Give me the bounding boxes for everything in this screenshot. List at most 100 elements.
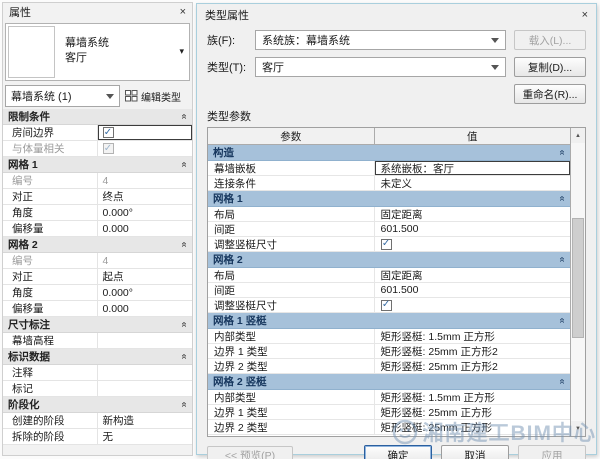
property-value[interactable]: 无	[98, 429, 193, 444]
property-value[interactable]: 矩形竖梃: 1.5mm 正方形	[375, 390, 570, 404]
section-header[interactable]: 网格 2 竖梃«	[208, 374, 570, 390]
property-label: 与体量相关	[3, 141, 98, 156]
section-header[interactable]: 网格 2«	[208, 252, 570, 268]
preview-button[interactable]: << 预览(P)	[207, 446, 293, 459]
property-label: 对正	[3, 189, 98, 204]
property-label: 幕墙高程	[3, 333, 98, 348]
section-header[interactable]: 尺寸标注«	[3, 317, 192, 333]
scrollbar-thumb[interactable]	[572, 218, 584, 338]
property-value[interactable]: 矩形竖梃: 25mm 正方形2	[375, 344, 570, 358]
property-value[interactable]: 0.000°	[98, 205, 193, 220]
collapse-icon[interactable]: «	[557, 150, 568, 156]
property-value[interactable]: ✓	[375, 237, 570, 251]
property-row: 偏移量0.000	[3, 301, 192, 317]
property-value[interactable]: 起点	[98, 269, 193, 284]
property-row: 编号4	[3, 253, 192, 269]
scroll-up-icon[interactable]: ▲	[571, 128, 585, 143]
property-value[interactable]	[98, 365, 193, 380]
property-label: 角度	[3, 285, 98, 300]
type-parameters-table: 参数 值 构造«幕墙嵌板系统嵌板：客厅连接条件未定义网格 1«布局固定距离间距6…	[207, 127, 586, 437]
property-row: 幕墙嵌板系统嵌板：客厅	[208, 161, 570, 176]
collapse-icon[interactable]: «	[179, 114, 190, 120]
section-header[interactable]: 标识数据«	[3, 349, 192, 365]
edit-type-button[interactable]: 编辑类型	[124, 85, 190, 107]
section-header[interactable]: 网格 2 «	[3, 237, 192, 253]
checkbox[interactable]: ✓	[381, 239, 392, 250]
property-value[interactable]: 矩形竖梃: 1.5mm 正方形	[375, 329, 570, 343]
close-icon[interactable]: ×	[582, 10, 588, 21]
property-row: 幕墙高程	[3, 333, 192, 349]
load-button[interactable]: 载入(L)...	[514, 30, 586, 50]
property-value[interactable]: ✓	[375, 298, 570, 312]
property-value[interactable]: 0.000	[98, 301, 193, 316]
duplicate-button[interactable]: 复制(D)...	[514, 57, 586, 77]
collapse-icon[interactable]: «	[557, 379, 568, 385]
property-value[interactable]: 601.500	[375, 283, 570, 297]
property-label: 调整竖梃尺寸	[208, 237, 375, 251]
type-selector[interactable]: 幕墙系统 客厅 ▾	[5, 23, 190, 81]
selection-filter-combo[interactable]: 幕墙系统 (1)	[5, 85, 120, 107]
ok-button[interactable]: 确定	[364, 445, 432, 459]
checkbox[interactable]: ✓	[381, 300, 392, 311]
section-header-label: 网格 2	[8, 237, 38, 252]
checkbox[interactable]: ✓	[103, 127, 114, 138]
rename-button[interactable]: 重命名(R)...	[514, 84, 586, 104]
table-scrollbar[interactable]: ▲ ▼	[570, 128, 585, 436]
chevron-down-icon[interactable]: ▾	[179, 46, 184, 57]
property-row: 布局固定距离	[208, 268, 570, 283]
property-value[interactable]: ✓	[98, 125, 193, 140]
collapse-icon[interactable]: «	[179, 402, 190, 408]
collapse-icon[interactable]: «	[557, 196, 568, 202]
close-icon[interactable]: ×	[180, 7, 186, 18]
property-value[interactable]: 未定义	[375, 176, 570, 190]
property-value[interactable]: 601.500	[375, 222, 570, 236]
collapse-icon[interactable]: «	[557, 257, 568, 263]
property-value[interactable]: ✓	[98, 141, 193, 156]
type-parameters-label: 类型参数	[197, 107, 596, 127]
property-value[interactable]: 系统嵌板：客厅	[375, 161, 570, 175]
collapse-icon[interactable]: «	[557, 318, 568, 324]
section-header[interactable]: 构造«	[208, 145, 570, 161]
family-label: 族(F):	[207, 32, 255, 48]
family-row: 族(F): 系统族：幕墙系统 载入(L)...	[207, 30, 586, 50]
property-value[interactable]: 新构造	[98, 413, 193, 428]
property-row: 角度0.000°	[3, 205, 192, 221]
property-value[interactable]	[98, 381, 193, 396]
property-value[interactable]: 0.000	[98, 221, 193, 236]
family-combo[interactable]: 系统族：幕墙系统	[255, 30, 506, 50]
property-value[interactable]: 0.000°	[98, 285, 193, 300]
property-value[interactable]: 矩形竖梃: 25mm 正方形	[375, 405, 570, 419]
cancel-button[interactable]: 取消	[441, 445, 509, 459]
section-header[interactable]: 阶段化«	[3, 397, 192, 413]
property-value[interactable]: 固定距离	[375, 207, 570, 221]
property-value[interactable]: 矩形竖梃: 25mm 正方形	[375, 420, 570, 434]
property-row: 内部类型矩形竖梃: 1.5mm 正方形	[208, 329, 570, 344]
collapse-icon[interactable]: «	[179, 322, 190, 328]
collapse-icon[interactable]: «	[179, 162, 190, 168]
property-row: 注释	[3, 365, 192, 381]
section-header[interactable]: 网格 1«	[3, 157, 192, 173]
apply-button[interactable]: 应用	[518, 445, 586, 459]
property-row: 创建的阶段新构造	[3, 413, 192, 429]
property-row: 对正终点	[3, 189, 192, 205]
property-value[interactable]: 固定距离	[375, 268, 570, 282]
property-label: 编号	[3, 173, 98, 188]
property-row: 间距601.500	[208, 222, 570, 237]
section-header[interactable]: 限制条件«	[3, 109, 192, 125]
scroll-down-icon[interactable]: ▼	[571, 421, 585, 436]
property-row: 房间边界✓	[3, 125, 192, 141]
property-value[interactable]	[98, 333, 193, 348]
property-label: 间距	[208, 283, 375, 297]
property-row: 连接条件未定义	[208, 176, 570, 191]
section-header[interactable]: 网格 1«	[208, 191, 570, 207]
property-value[interactable]: 终点	[98, 189, 193, 204]
property-value[interactable]: 矩形竖梃: 25mm 正方形2	[375, 359, 570, 373]
property-value[interactable]: 4	[98, 173, 193, 188]
collapse-icon[interactable]: «	[179, 354, 190, 360]
scrollbar-track[interactable]	[571, 143, 585, 421]
collapse-icon[interactable]: «	[179, 242, 190, 248]
property-row: 边界 2 类型矩形竖梃: 25mm 正方形	[208, 420, 570, 435]
type-combo[interactable]: 客厅	[255, 57, 506, 77]
property-value[interactable]: 4	[98, 253, 193, 268]
section-header[interactable]: 网格 1 竖梃«	[208, 313, 570, 329]
